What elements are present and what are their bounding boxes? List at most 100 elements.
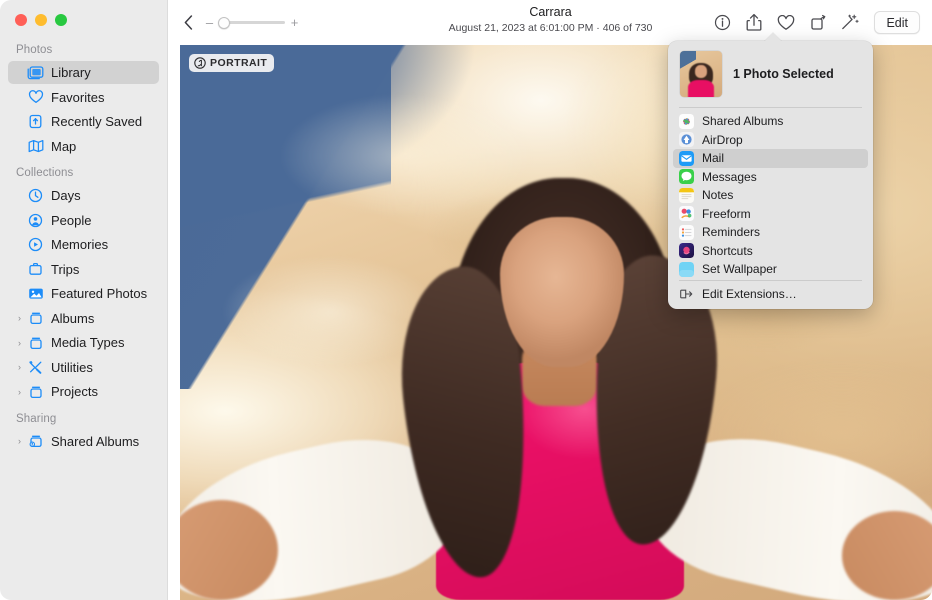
rotate-icon[interactable]: [802, 9, 834, 37]
share-item-label: Notes: [702, 188, 733, 202]
share-item-freeform[interactable]: Freeform: [673, 205, 868, 224]
share-item-label: AirDrop: [702, 133, 743, 147]
zoom-out-label[interactable]: –: [205, 15, 214, 30]
share-item-mail[interactable]: Mail: [673, 149, 868, 168]
sidebar-item-people[interactable]: › People: [8, 209, 159, 232]
selected-photo-thumbnail: [680, 51, 722, 97]
share-item-label: Edit Extensions…: [702, 287, 797, 301]
share-item-shared-albums[interactable]: Shared Albums: [673, 112, 868, 131]
heart-icon: [26, 89, 45, 105]
share-item-label: Freeform: [702, 207, 751, 221]
subject-face: [500, 217, 624, 367]
sidebar-item-label: Map: [51, 139, 76, 154]
clock-icon: [26, 188, 45, 204]
photos-app-icon: [679, 114, 694, 129]
reminders-app-icon: [679, 225, 694, 240]
notes-app-icon: [679, 188, 694, 203]
sidebar-section-title-sharing: Sharing: [0, 405, 167, 430]
toolbar-left-group: – +: [169, 13, 299, 33]
share-item-edit-extensions[interactable]: Edit Extensions…: [673, 285, 868, 304]
album-icon: [26, 335, 45, 351]
minimize-window-button[interactable]: [35, 14, 47, 26]
chevron-left-icon[interactable]: [180, 13, 196, 33]
traffic-lights: [0, 0, 167, 36]
portrait-badge-label: PORTRAIT: [210, 57, 267, 69]
popover-arrow: [764, 33, 782, 42]
maximize-window-button[interactable]: [55, 14, 67, 26]
sidebar-item-featured-photos[interactable]: › Featured Photos: [8, 282, 159, 305]
auto-enhance-icon[interactable]: [834, 9, 866, 37]
sidebar-item-map[interactable]: › Map: [8, 135, 159, 158]
sidebar-section-title-photos: Photos: [0, 36, 167, 61]
share-item-label: Shared Albums: [702, 114, 783, 128]
sidebar-item-recently-saved[interactable]: › Recently Saved: [8, 110, 159, 133]
album-icon: [26, 384, 45, 400]
share-item-label: Shortcuts: [702, 244, 753, 258]
edit-button[interactable]: Edit: [874, 11, 920, 34]
mail-app-icon: [679, 151, 694, 166]
disclosure-chevron-icon[interactable]: ›: [14, 387, 25, 397]
share-item-messages[interactable]: Messages: [673, 168, 868, 187]
shortcuts-app-icon: [679, 243, 694, 258]
aperture-icon: [194, 57, 206, 69]
sidebar-item-label: Trips: [51, 262, 79, 277]
disclosure-chevron-icon[interactable]: ›: [14, 362, 25, 372]
sidebar-item-label: Albums: [51, 311, 94, 326]
sidebar-item-days[interactable]: › Days: [8, 184, 159, 207]
messages-app-icon: [679, 169, 694, 184]
album-icon: [26, 310, 45, 326]
sidebar-item-label: Media Types: [51, 335, 124, 350]
sidebar-item-projects[interactable]: › Projects: [8, 380, 159, 403]
set-wallpaper-icon: [679, 262, 694, 277]
share-item-label: Messages: [702, 170, 757, 184]
freeform-app-icon: [679, 206, 694, 221]
sidebar-item-label: Featured Photos: [51, 286, 147, 301]
disclosure-chevron-icon[interactable]: ›: [14, 436, 25, 446]
map-icon: [26, 138, 45, 154]
selection-count-label: 1 Photo Selected: [733, 67, 834, 81]
info-icon[interactable]: [706, 9, 738, 37]
share-item-reminders[interactable]: Reminders: [673, 223, 868, 242]
share-item-label: Mail: [702, 151, 724, 165]
portrait-badge[interactable]: PORTRAIT: [189, 54, 274, 72]
thumbnail-face: [695, 65, 707, 78]
recently-saved-icon: [26, 114, 45, 130]
sidebar-item-label: Projects: [51, 384, 98, 399]
share-item-set-wallpaper[interactable]: Set Wallpaper: [673, 260, 868, 279]
sidebar-item-label: Library: [51, 65, 91, 80]
share-item-airdrop[interactable]: AirDrop: [673, 131, 868, 150]
utilities-icon: [26, 359, 45, 375]
disclosure-chevron-icon[interactable]: ›: [14, 338, 25, 348]
sidebar-item-utilities[interactable]: › Utilities: [8, 356, 159, 379]
sidebar-item-label: Utilities: [51, 360, 93, 375]
memories-icon: [26, 237, 45, 253]
sidebar-item-media-types[interactable]: › Media Types: [8, 331, 159, 354]
person-icon: [26, 212, 45, 228]
library-icon: [26, 65, 45, 81]
sidebar-item-label: Favorites: [51, 90, 104, 105]
share-item-notes[interactable]: Notes: [673, 186, 868, 205]
zoom-slider[interactable]: – +: [205, 15, 299, 30]
toolbar-right-group: Edit: [706, 9, 932, 37]
sidebar-item-albums[interactable]: › Albums: [8, 307, 159, 330]
sidebar-item-trips[interactable]: › Trips: [8, 258, 159, 281]
zoom-slider-track[interactable]: [219, 21, 285, 24]
photos-window: Photos › Library › Favorites › Recently …: [0, 0, 932, 600]
thumbnail-top: [688, 80, 713, 97]
sidebar-item-favorites[interactable]: › Favorites: [8, 86, 159, 109]
popover-header: 1 Photo Selected: [668, 47, 873, 106]
disclosure-chevron-icon[interactable]: ›: [14, 313, 25, 323]
share-item-label: Set Wallpaper: [702, 262, 777, 276]
toolbar: – + Carrara August 21, 2023 at 6:01:00 P…: [169, 0, 932, 45]
extensions-icon: [679, 286, 694, 301]
sidebar-item-library[interactable]: › Library: [8, 61, 159, 84]
sidebar-item-label: Memories: [51, 237, 108, 252]
trips-icon: [26, 261, 45, 277]
close-window-button[interactable]: [15, 14, 27, 26]
sidebar-item-shared-albums[interactable]: › Shared Albums: [8, 430, 159, 453]
share-item-shortcuts[interactable]: Shortcuts: [673, 242, 868, 261]
sidebar-item-memories[interactable]: › Memories: [8, 233, 159, 256]
zoom-slider-knob[interactable]: [218, 17, 230, 29]
shared-album-icon: [26, 433, 45, 449]
zoom-in-label[interactable]: +: [290, 15, 299, 30]
